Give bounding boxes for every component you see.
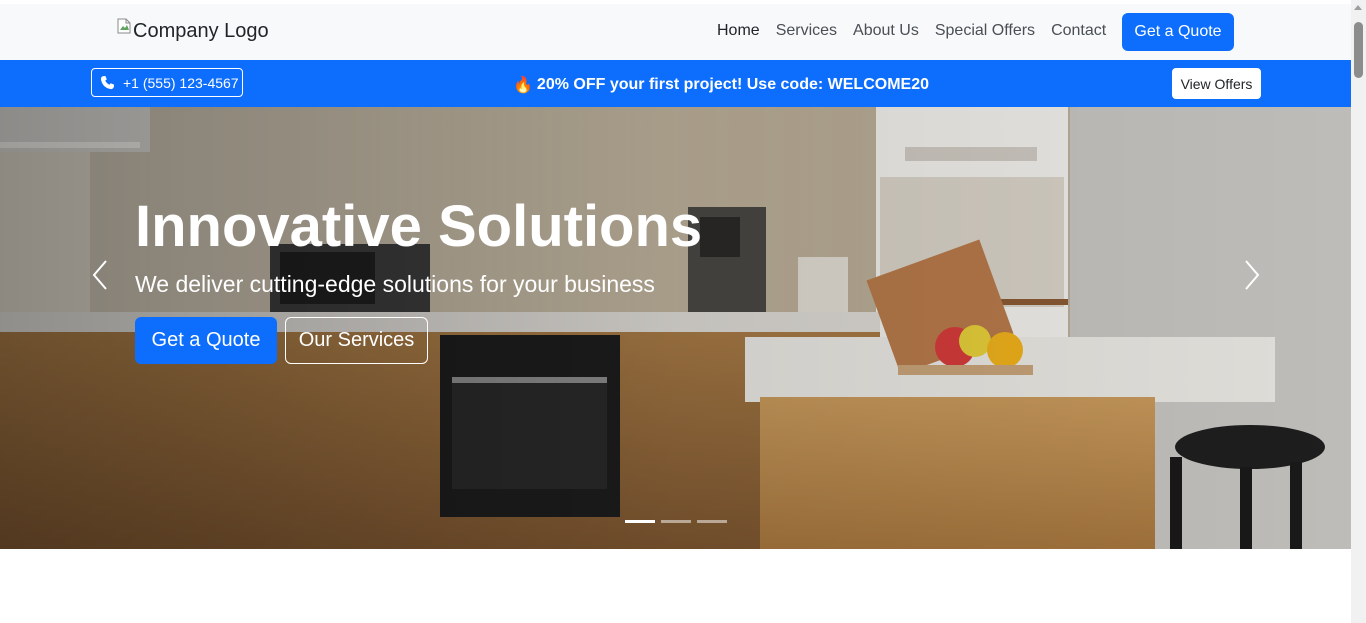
nav-home[interactable]: Home [717,22,760,40]
scroll-up-arrow-icon[interactable] [1354,5,1362,10]
phone-button[interactable]: +1 (555) 123-4567 [91,68,243,97]
chevron-left-icon[interactable] [86,255,116,295]
carousel-indicator-1[interactable] [625,520,655,523]
nav-links: Home Services About Us Special Offers Co… [717,22,1122,40]
promo-bar: +1 (555) 123-4567 🔥 20% OFF your first p… [0,60,1351,107]
fire-icon: 🔥 [513,77,533,94]
phone-number: +1 (555) 123-4567 [123,74,239,91]
page-scrollbar[interactable] [1351,0,1366,623]
nav-about-us[interactable]: About Us [853,22,919,40]
hero-title: Innovative Solutions [135,194,703,259]
promo-offer-text: 20% OFF your first project! Use code: WE… [536,76,929,93]
scrollbar-thumb[interactable] [1354,22,1363,78]
nav-special-offers[interactable]: Special Offers [935,22,1035,40]
broken-image-icon [117,18,131,33]
company-logo[interactable]: Company Logo [117,18,269,43]
logo-alt-text: Company Logo [133,20,269,42]
view-offers-button[interactable]: View Offers [1172,68,1261,99]
carousel-indicators [625,520,733,523]
carousel-indicator-3[interactable] [697,520,727,523]
phone-icon [100,75,115,90]
promo-offer: 🔥 20% OFF your first project! Use code: … [513,75,929,95]
nav-services[interactable]: Services [776,22,837,40]
chevron-right-icon[interactable] [1236,255,1266,295]
hero-subtitle: We deliver cutting-edge solutions for yo… [135,271,655,297]
nav-get-quote-button[interactable]: Get a Quote [1122,13,1234,51]
hero-carousel: Innovative Solutions We deliver cutting-… [0,107,1351,549]
carousel-indicator-2[interactable] [661,520,691,523]
nav-contact[interactable]: Contact [1051,22,1106,40]
hero-get-quote-button[interactable]: Get a Quote [135,317,277,364]
page: Company Logo Home Services About Us Spec… [0,0,1351,623]
navbar: Company Logo Home Services About Us Spec… [0,4,1351,60]
hero-our-services-button[interactable]: Our Services [285,317,428,364]
